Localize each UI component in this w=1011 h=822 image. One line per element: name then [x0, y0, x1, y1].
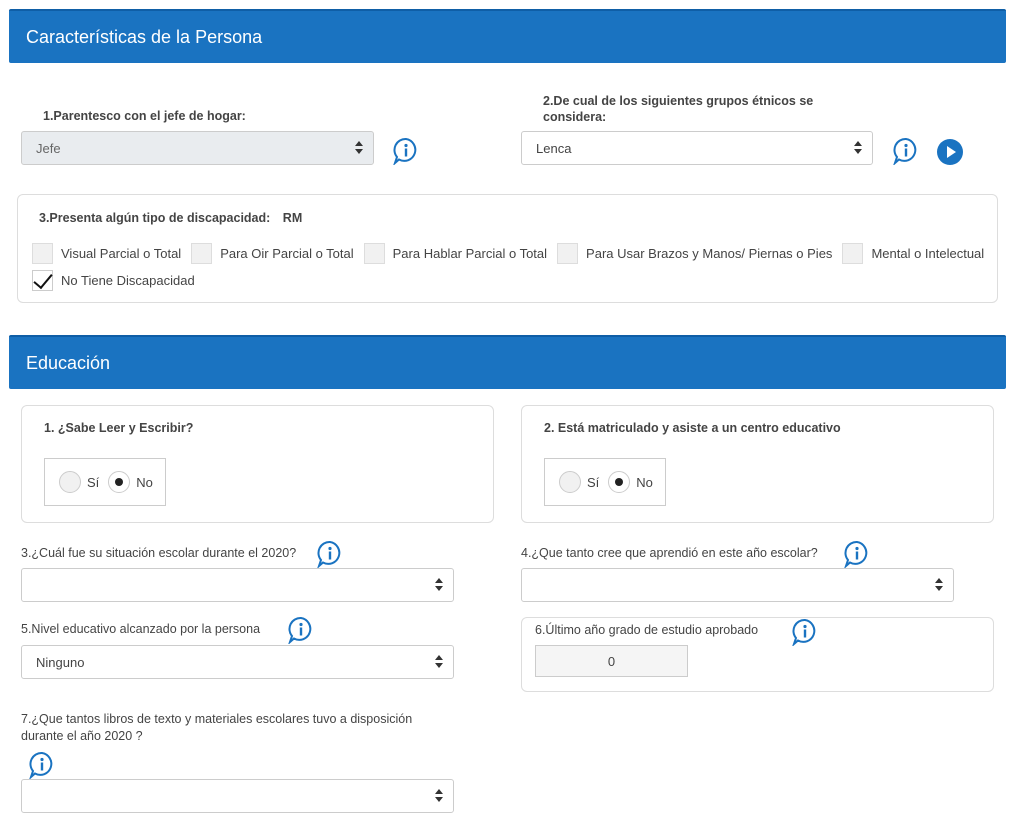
grupo-etnico-label: 2.De cual de los siguientes grupos étnic… — [543, 93, 813, 125]
updown-caret-icon — [435, 789, 443, 803]
grupo-etnico-select[interactable]: Lenca — [521, 131, 873, 165]
section-header-caracteristicas: Características de la Persona — [9, 9, 1006, 63]
parentesco-value: Jefe — [36, 140, 61, 156]
sabe-leer-no-label: No — [136, 474, 153, 490]
checkbox-hablar[interactable] — [363, 243, 385, 264]
parentesco-select[interactable]: Jefe — [21, 131, 374, 165]
aprendio-select[interactable] — [521, 568, 954, 602]
section-header-educacion: Educación — [9, 335, 1006, 389]
sabe-leer-radio-no[interactable] — [108, 471, 131, 493]
section-title: Educación — [26, 352, 111, 373]
updown-caret-icon — [854, 141, 862, 155]
grupo-etnico-value: Lenca — [536, 140, 572, 156]
checkbox-visual-label: Visual Parcial o Total — [61, 246, 182, 261]
checkbox-brazos-label: Para Usar Brazos y Manos/ Piernas o Pies — [586, 246, 833, 261]
aprendio-label: 4.¿Que tanto cree que aprendió en este a… — [521, 546, 818, 560]
info-bubble-icon[interactable] — [892, 137, 920, 165]
parentesco-label: 1.Parentesco con el jefe de hogar: — [43, 109, 246, 123]
grupo-etnico-label-line2: considera: — [543, 110, 607, 124]
checkbox-ninguna-label: No Tiene Discapacidad — [61, 273, 195, 288]
matriculado-no-label: No — [636, 474, 653, 490]
ultimo-grado-input[interactable]: 0 — [535, 645, 688, 677]
sabe-leer-radio-si[interactable] — [59, 471, 81, 493]
updown-caret-icon — [435, 655, 443, 669]
matriculado-radio-si[interactable] — [559, 471, 581, 493]
info-bubble-icon[interactable] — [791, 618, 819, 646]
matriculado-si-label: Sí — [587, 474, 600, 490]
checkbox-ninguna[interactable] — [32, 270, 53, 291]
checkbox-hablar-label: Para Hablar Parcial o Total — [392, 246, 548, 261]
checkbox-mental[interactable] — [842, 243, 864, 264]
info-bubble-icon[interactable] — [843, 540, 871, 568]
nivel-educativo-label: 5.Nivel educativo alcanzado por la perso… — [21, 622, 261, 636]
matriculado-radio-group: Sí No — [544, 458, 666, 506]
info-bubble-icon[interactable] — [392, 137, 420, 165]
discapacidad-label-text: 3.Presenta algún tipo de discapacidad: — [39, 211, 271, 225]
section-title: Características de la Persona — [26, 26, 263, 47]
libros-select[interactable] — [21, 779, 454, 813]
info-bubble-icon[interactable] — [287, 616, 315, 644]
situacion-escolar-select[interactable] — [21, 568, 454, 602]
discapacidad-options-row2: No Tiene Discapacidad — [32, 270, 205, 291]
checkbox-mental-label: Mental o Intelectual — [871, 246, 985, 261]
matriculado-radio-no[interactable] — [608, 471, 631, 493]
sabe-leer-radio-group: Sí No — [44, 458, 166, 506]
matriculado-label: 2. Está matriculado y asiste a un centro… — [544, 421, 841, 435]
updown-caret-icon — [435, 578, 443, 592]
info-bubble-icon[interactable] — [28, 751, 56, 779]
checkbox-oir[interactable] — [191, 243, 213, 264]
checkbox-brazos[interactable] — [557, 243, 579, 264]
info-bubble-icon[interactable] — [316, 540, 344, 568]
checkbox-oir-label: Para Oir Parcial o Total — [220, 246, 354, 261]
ultimo-grado-label: 6.Último año grado de estudio aprobado — [535, 623, 759, 637]
sabe-leer-si-label: Sí — [87, 474, 100, 490]
grupo-etnico-label-line1: 2.De cual de los siguientes grupos étnic… — [543, 94, 814, 108]
discapacidad-label: 3.Presenta algún tipo de discapacidad: R… — [39, 210, 302, 226]
libros-label-line2: durante el año 2020 ? — [21, 729, 143, 743]
updown-caret-icon — [935, 578, 943, 592]
libros-label-line1: 7.¿Que tantos libros de texto y material… — [21, 712, 413, 726]
sabe-leer-label: 1. ¿Sabe Leer y Escribir? — [44, 421, 194, 435]
libros-label: 7.¿Que tantos libros de texto y material… — [21, 711, 412, 745]
play-circle-icon[interactable] — [937, 139, 963, 165]
nivel-educativo-value: Ninguno — [36, 654, 85, 670]
discapacidad-badge: RM — [282, 211, 303, 225]
checkbox-visual[interactable] — [32, 243, 53, 264]
nivel-educativo-select[interactable]: Ninguno — [21, 645, 454, 679]
discapacidad-options-row1: Visual Parcial o Total Para Oir Parcial … — [32, 243, 994, 264]
updown-caret-icon — [355, 141, 363, 155]
situacion-escolar-label: 3.¿Cuál fue su situación escolar durante… — [21, 546, 297, 560]
